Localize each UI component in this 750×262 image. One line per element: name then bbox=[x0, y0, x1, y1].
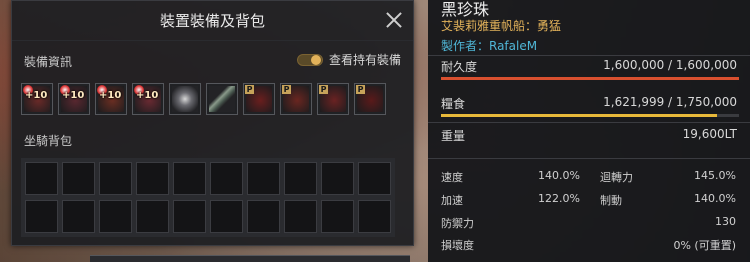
damage-label: 損壞度 bbox=[441, 239, 474, 252]
crystal-icon bbox=[172, 86, 198, 112]
window-title: 裝置裝備及背包 bbox=[12, 1, 413, 41]
bag-slot[interactable] bbox=[25, 200, 58, 233]
accel-label: 加速 bbox=[441, 194, 463, 207]
ship-info-panel: 黑珍珠 艾裴莉雅重帆船：勇猛 製作者：RafaleM 耐久度 1,600,000… bbox=[428, 0, 750, 262]
bag-slot[interactable] bbox=[25, 162, 58, 195]
durability-row: 耐久度 1,600,000 / 1,600,000 bbox=[441, 58, 737, 75]
divider bbox=[428, 158, 750, 159]
equip-slot[interactable]: P bbox=[243, 83, 275, 115]
bag-slot[interactable] bbox=[358, 200, 391, 233]
divider bbox=[428, 55, 750, 56]
equip-slot[interactable]: +10 bbox=[95, 83, 127, 115]
damage-value: 0% (可重置) bbox=[673, 239, 736, 252]
divider bbox=[428, 122, 750, 123]
show-owned-toggle[interactable]: 查看持有裝備 bbox=[296, 51, 401, 68]
turn-value: 145.0% bbox=[694, 169, 736, 182]
bag-slot[interactable] bbox=[210, 162, 243, 195]
bag-slot[interactable] bbox=[99, 200, 132, 233]
equip-slot[interactable]: P bbox=[354, 83, 386, 115]
durability-value: 1,600,000 / 1,600,000 bbox=[603, 58, 737, 72]
bag-slot[interactable] bbox=[321, 200, 354, 233]
bag-slot[interactable] bbox=[358, 162, 391, 195]
equip-slot[interactable]: +10 bbox=[58, 83, 90, 115]
bag-slot[interactable] bbox=[136, 162, 169, 195]
turn-label: 迴轉力 bbox=[600, 171, 633, 184]
bag-slot[interactable] bbox=[62, 162, 95, 195]
food-row: 糧食 1,621,999 / 1,750,000 bbox=[441, 95, 737, 112]
close-icon[interactable] bbox=[383, 9, 405, 31]
bag-slot[interactable] bbox=[247, 162, 280, 195]
weight-row: 重量 19,600LT bbox=[441, 127, 737, 144]
defense-label: 防禦力 bbox=[441, 217, 474, 230]
equip-section-label: 裝備資訊 bbox=[24, 55, 73, 69]
weight-label: 重量 bbox=[441, 129, 466, 143]
defense-value: 130 bbox=[715, 215, 736, 228]
bag-slot[interactable] bbox=[99, 162, 132, 195]
equipment-window: 裝置裝備及背包 裝備資訊 查看持有裝備 +10 +10 +10 +10 P P P P 坐騎背… bbox=[11, 0, 414, 246]
food-bar bbox=[441, 114, 739, 117]
durability-label: 耐久度 bbox=[441, 60, 478, 74]
speed-label: 速度 bbox=[441, 171, 463, 184]
bag-section-label: 坐騎背包 bbox=[24, 134, 73, 148]
equip-slot[interactable] bbox=[169, 83, 201, 115]
p-badge: P bbox=[319, 85, 328, 94]
equip-slot[interactable]: +10 bbox=[21, 83, 53, 115]
bag-slot[interactable] bbox=[136, 200, 169, 233]
equip-slot[interactable]: +10 bbox=[132, 83, 164, 115]
bag-slot[interactable] bbox=[247, 200, 280, 233]
bag-slot[interactable] bbox=[173, 162, 206, 195]
speed-value: 140.0% bbox=[538, 169, 580, 182]
p-badge: P bbox=[282, 85, 291, 94]
window-footer-strip bbox=[90, 255, 410, 262]
bag-slot[interactable] bbox=[284, 162, 317, 195]
food-label: 糧食 bbox=[441, 97, 466, 111]
enhance-level: +10 bbox=[136, 90, 159, 101]
enhance-level: +10 bbox=[25, 90, 48, 101]
food-value: 1,621,999 / 1,750,000 bbox=[603, 95, 737, 109]
p-badge: P bbox=[356, 85, 365, 94]
bag-slot[interactable] bbox=[62, 200, 95, 233]
toggle-switch[interactable] bbox=[296, 53, 323, 66]
bag-slot[interactable] bbox=[321, 162, 354, 195]
toggle-knob bbox=[310, 54, 321, 65]
bag-slot[interactable] bbox=[173, 200, 206, 233]
equip-slot-row: +10 +10 +10 +10 P P P P bbox=[21, 83, 386, 115]
equip-slot[interactable] bbox=[206, 83, 238, 115]
p-badge: P bbox=[245, 85, 254, 94]
durability-bar bbox=[441, 77, 739, 80]
enhance-level: +10 bbox=[99, 90, 122, 101]
accel-value: 122.0% bbox=[538, 192, 580, 205]
ship-type: 艾裴莉雅重帆船：勇猛 bbox=[441, 19, 562, 33]
spyglass-icon bbox=[209, 86, 235, 112]
brake-label: 制動 bbox=[600, 194, 622, 207]
bag-slot[interactable] bbox=[210, 200, 243, 233]
equip-slot[interactable]: P bbox=[280, 83, 312, 115]
equip-slot[interactable]: P bbox=[317, 83, 349, 115]
toggle-label: 查看持有裝備 bbox=[328, 53, 401, 67]
food-bar-fill bbox=[441, 114, 718, 117]
bag-slot[interactable] bbox=[284, 200, 317, 233]
brake-value: 140.0% bbox=[694, 192, 736, 205]
enhance-level: +10 bbox=[62, 90, 85, 101]
durability-bar-fill bbox=[441, 77, 739, 80]
weight-value: 19,600LT bbox=[682, 127, 737, 141]
maker-label: 製作者：RafaleM bbox=[441, 39, 538, 53]
mount-bag-grid bbox=[21, 158, 395, 237]
